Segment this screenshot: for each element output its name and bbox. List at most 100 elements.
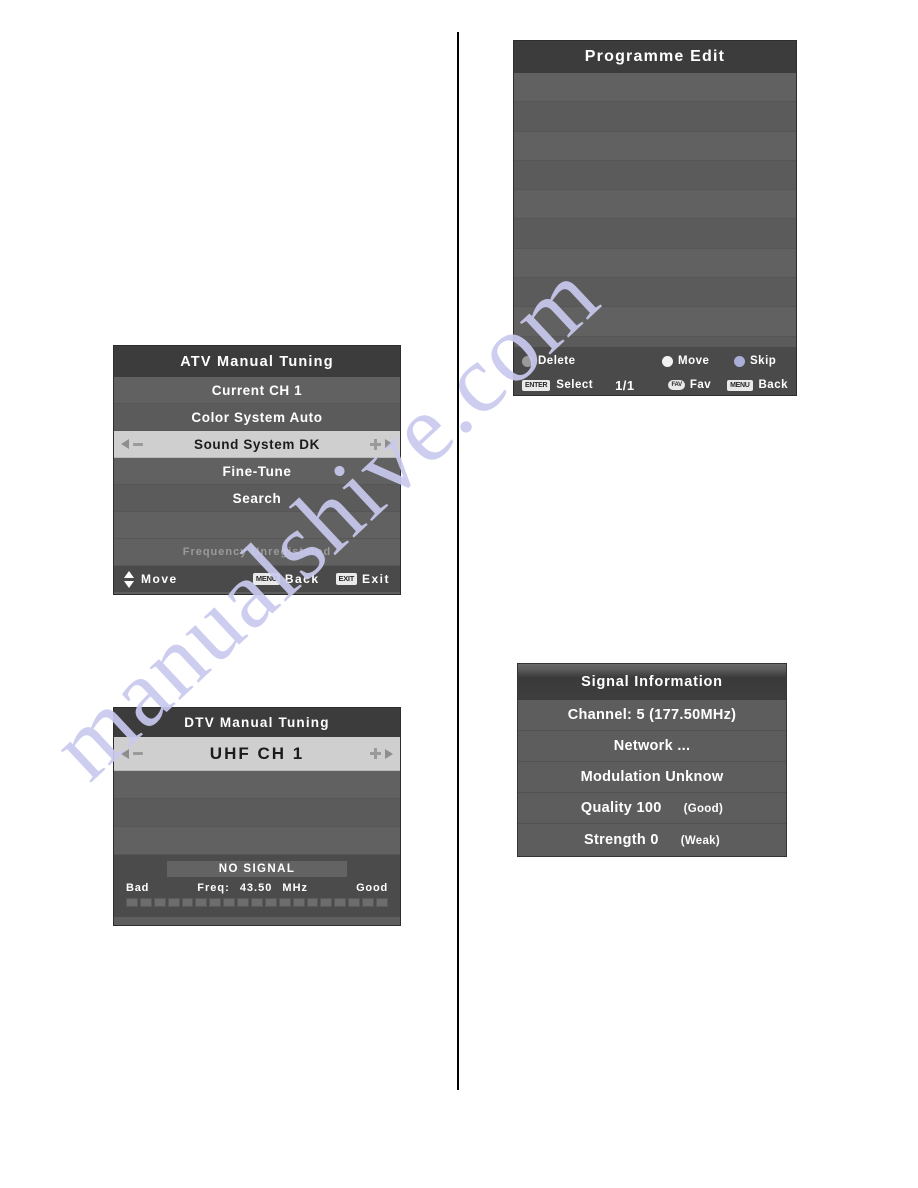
atv-frequency-note: Frequency Unregistered: [114, 539, 400, 566]
up-down-arrow-icon: [124, 570, 135, 588]
atv-back-hint[interactable]: MENU Back: [252, 572, 320, 586]
atv-row-sound-system[interactable]: Sound System DK: [114, 431, 400, 458]
signal-meter-segment: [223, 898, 236, 907]
dtv-freq-label: Freq:: [197, 882, 230, 894]
programme-list: [514, 73, 796, 366]
programme-list-item[interactable]: [514, 219, 796, 249]
signal-strength-label: Strength 0: [584, 831, 659, 848]
dtv-status-bar: NO SIGNAL: [167, 861, 347, 877]
signal-meter-segment: [334, 898, 347, 907]
menu-key-icon: MENU: [727, 379, 753, 391]
page-indicator: 1/1: [615, 377, 635, 393]
dtv-row-blank-1: [114, 771, 400, 799]
signal-meter-segment: [278, 898, 291, 907]
atv-panel-title: ATV Manual Tuning: [114, 346, 400, 377]
atv-row-blank: [114, 512, 400, 539]
dtv-freq-value: 43.50: [239, 882, 273, 894]
signal-meter-segment: [167, 898, 180, 907]
delete-color-dot-icon: [522, 355, 533, 367]
atv-row-color-system[interactable]: Color System Auto: [114, 404, 400, 431]
programme-list-item[interactable]: [514, 131, 796, 161]
skip-color-dot-icon: [734, 355, 745, 367]
chevron-right-icon: [385, 439, 393, 449]
plus-icon: [370, 748, 381, 759]
select-label: Select: [556, 379, 594, 391]
dtv-decrease-control[interactable]: [121, 748, 143, 759]
atv-move-label: Move: [141, 572, 178, 586]
programme-edit-footer-row-1: Delete Move Skip: [522, 351, 788, 371]
decrease-control[interactable]: [121, 439, 143, 449]
skip-action[interactable]: Skip: [734, 355, 776, 367]
dtv-channel-label: UHF CH 1: [209, 743, 305, 763]
signal-meter-segment: [376, 898, 388, 907]
atv-row-current-ch[interactable]: Current CH 1: [114, 377, 400, 404]
dtv-manual-tuning-panel: DTV Manual Tuning UHF CH 1 NO SIGNAL Bad…: [113, 707, 401, 926]
increase-control[interactable]: [370, 438, 393, 450]
signal-row-modulation: Modulation Unknow: [518, 762, 786, 793]
signal-meter-segment: [139, 898, 152, 907]
menu-key-icon: MENU: [252, 573, 280, 585]
signal-row-network: Network ...: [518, 731, 786, 762]
atv-row-sound-system-label: Sound System DK: [193, 436, 321, 452]
minus-icon: [133, 442, 143, 446]
enter-key-icon: ENTER: [522, 379, 551, 391]
signal-information-panel: Signal Information Channel: 5 (177.50MHz…: [517, 663, 787, 857]
signal-meter-segment: [153, 898, 166, 907]
atv-exit-label: Exit: [361, 572, 390, 586]
move-action[interactable]: Move: [662, 355, 734, 367]
signal-row-strength: Strength 0 (Weak): [518, 824, 786, 855]
atv-back-label: Back: [284, 572, 320, 586]
dtv-meter-good-label: Good: [356, 882, 388, 894]
dtv-meter-labels: Bad Freq: 43.50 MHz Good: [114, 877, 400, 894]
fav-action[interactable]: FAV Fav: [668, 379, 727, 391]
delete-action[interactable]: Delete: [522, 355, 662, 367]
signal-meter-segment: [348, 898, 361, 907]
signal-information-title: Signal Information: [518, 664, 786, 700]
signal-meter-segment: [195, 898, 208, 907]
signal-row-channel: Channel: 5 (177.50MHz): [518, 700, 786, 731]
programme-list-item[interactable]: [514, 248, 796, 279]
chevron-left-icon: [121, 439, 129, 449]
back-action[interactable]: MENU Back: [727, 379, 788, 391]
programme-list-item[interactable]: [514, 307, 796, 337]
programme-list-item[interactable]: [514, 73, 796, 103]
signal-meter-segment: [306, 898, 319, 907]
programme-list-item[interactable]: [514, 278, 796, 308]
chevron-left-icon: [121, 748, 129, 759]
atv-row-search[interactable]: Search: [114, 485, 400, 512]
programme-list-item[interactable]: [514, 190, 796, 220]
dtv-signal-area: NO SIGNAL Bad Freq: 43.50 MHz Good: [114, 855, 400, 917]
signal-meter-segment: [362, 898, 375, 907]
atv-footer: Move MENU Back EXIT Exit: [114, 566, 400, 592]
programme-list-item[interactable]: [514, 160, 796, 191]
move-label: Move: [678, 355, 710, 367]
programme-edit-panel: Programme Edit Delete Move Skip ENTER Se…: [513, 40, 797, 396]
dtv-row-blank-3: [114, 827, 400, 855]
dtv-row-channel-selector[interactable]: UHF CH 1: [114, 737, 400, 771]
programme-list-item[interactable]: [514, 102, 796, 132]
programme-edit-footer-row-2: ENTER Select 1/1 FAV Fav MENU Back: [522, 375, 788, 395]
atv-manual-tuning-panel: ATV Manual Tuning Current CH 1 Color Sys…: [113, 345, 401, 595]
signal-quality-label: Quality 100: [580, 800, 662, 816]
atv-exit-hint[interactable]: EXIT Exit: [335, 572, 391, 586]
dtv-frequency-readout: Freq: 43.50 MHz: [197, 882, 308, 894]
back-label: Back: [758, 379, 788, 391]
dtv-panel-title: DTV Manual Tuning: [114, 708, 400, 737]
dtv-increase-control[interactable]: [370, 748, 393, 759]
dtv-freq-unit: MHz: [282, 882, 309, 894]
select-action[interactable]: ENTER Select: [522, 379, 615, 391]
fav-key-icon: FAV: [668, 380, 685, 390]
signal-quality-rating: (Good): [683, 803, 724, 815]
move-color-dot-icon: [662, 355, 673, 367]
dtv-meter-bad-label: Bad: [126, 882, 150, 894]
skip-label: Skip: [750, 355, 777, 367]
plus-icon: [370, 438, 381, 450]
atv-move-hint: Move: [124, 570, 253, 588]
fav-label: Fav: [689, 379, 712, 391]
dtv-signal-meter: [114, 894, 400, 907]
signal-meter-segment: [126, 898, 138, 907]
dtv-row-blank-2: [114, 799, 400, 827]
chevron-right-icon: [385, 748, 393, 759]
atv-row-fine-tune[interactable]: Fine-Tune: [114, 458, 400, 485]
signal-meter-segment: [181, 898, 194, 907]
